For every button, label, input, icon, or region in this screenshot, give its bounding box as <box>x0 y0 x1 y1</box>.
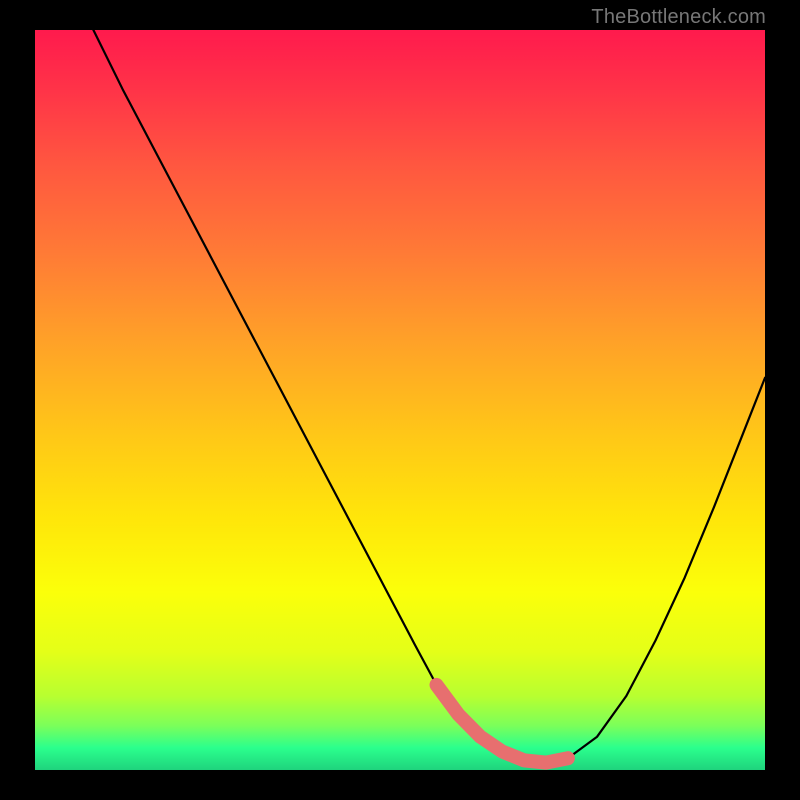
plot-area <box>35 30 765 770</box>
watermark-text: TheBottleneck.com <box>591 6 766 29</box>
chart-frame: TheBottleneck.com <box>0 0 800 800</box>
optimal-range-marker <box>35 30 765 770</box>
